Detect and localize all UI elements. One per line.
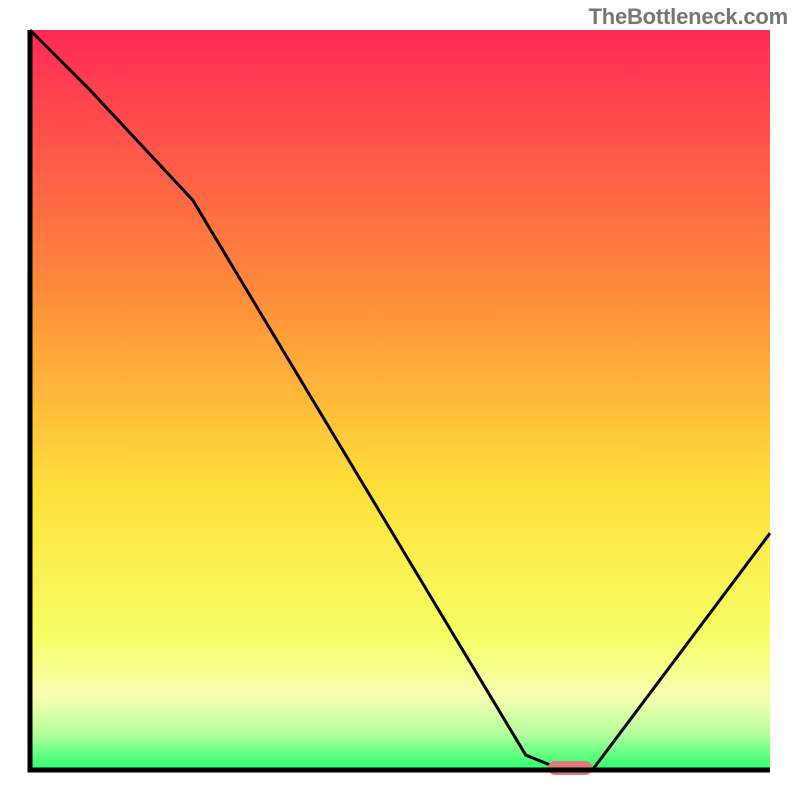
chart-container: TheBottleneck.com [0, 0, 800, 800]
bottleneck-chart [0, 0, 800, 800]
plot-background [30, 30, 770, 770]
attribution-label: TheBottleneck.com [588, 4, 788, 30]
